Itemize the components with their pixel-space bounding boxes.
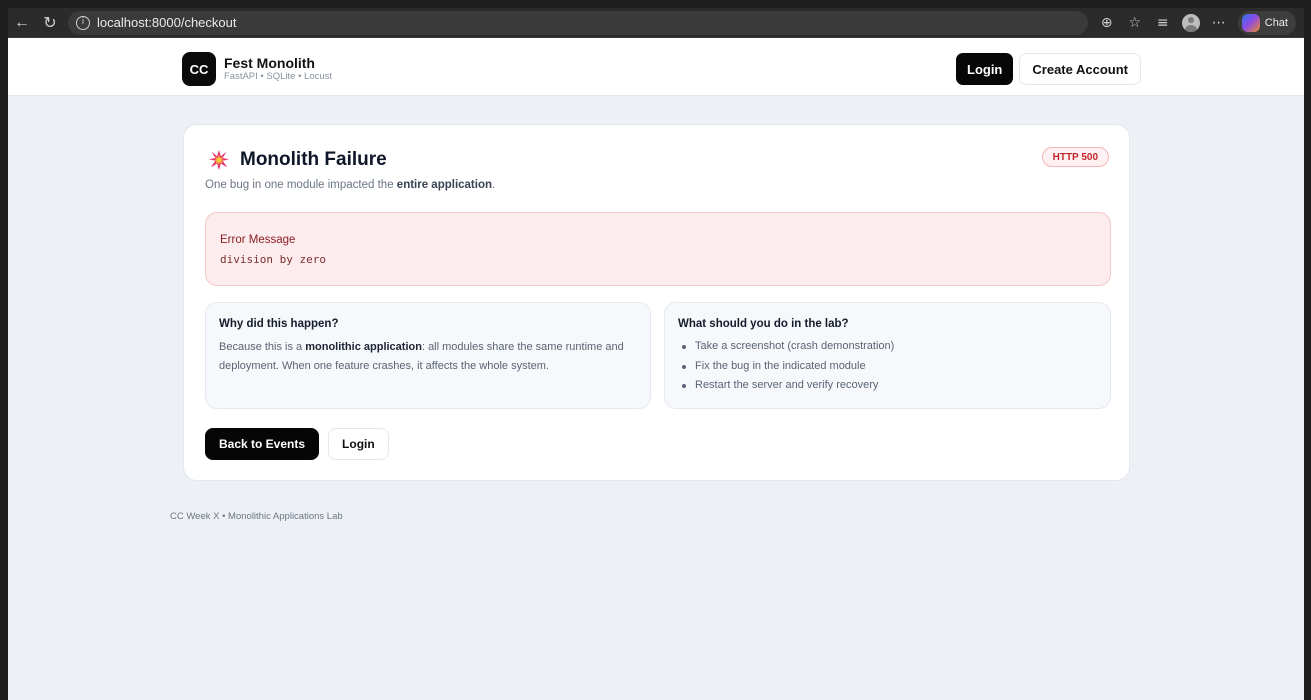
explosion-icon bbox=[208, 149, 230, 171]
why-text-emphasis: monolithic application bbox=[305, 341, 422, 353]
copilot-chat-button[interactable]: Chat bbox=[1237, 10, 1296, 35]
error-message-box: Error Message division by zero bbox=[205, 212, 1111, 286]
star-icon[interactable]: ☆ bbox=[1126, 14, 1144, 32]
chat-label: Chat bbox=[1264, 16, 1288, 29]
back-arrow-icon[interactable]: ← bbox=[8, 9, 36, 37]
reload-icon[interactable]: ↻ bbox=[36, 9, 64, 37]
list-item: Restart the server and verify recovery bbox=[680, 376, 894, 396]
subtitle-emphasis: entire application bbox=[396, 179, 493, 191]
top-navigation: CC Fest Monolith FastAPI • SQLite • Locu… bbox=[8, 38, 1304, 96]
profile-icon[interactable] bbox=[1181, 13, 1200, 32]
why-panel: Why did this happen? Because this is a m… bbox=[205, 302, 651, 409]
brand-name: Fest Monolith bbox=[224, 55, 315, 71]
subtitle: One bug in one module impacted the entir… bbox=[205, 179, 495, 191]
more-icon[interactable]: ⋯ bbox=[1210, 14, 1228, 32]
login-button[interactable]: Login bbox=[956, 53, 1014, 85]
translate-icon[interactable]: ⊕ bbox=[1098, 14, 1116, 32]
todo-title: What should you do in the lab? bbox=[678, 318, 849, 330]
copilot-icon bbox=[1241, 13, 1260, 32]
todo-panel: What should you do in the lab? Take a sc… bbox=[664, 302, 1111, 409]
back-to-events-button[interactable]: Back to Events bbox=[205, 428, 320, 460]
error-label: Error Message bbox=[220, 234, 296, 246]
brand[interactable]: CC Fest Monolith FastAPI • SQLite • Locu… bbox=[182, 52, 332, 86]
error-message: division by zero bbox=[220, 253, 326, 266]
why-text: Because this is a monolithic application… bbox=[219, 338, 639, 376]
list-item: Take a screenshot (crash demonstration) bbox=[680, 337, 894, 357]
card-login-button[interactable]: Login bbox=[328, 428, 389, 460]
error-card: Monolith Failure HTTP 500 One bug in one… bbox=[183, 124, 1130, 481]
browser-toolbar: ← ↻ i localhost:8000/checkout ⊕ ☆ ≡ ⋯ Ch… bbox=[8, 8, 1304, 38]
footer-text: CC Week X • Monolithic Applications Lab bbox=[170, 511, 343, 522]
why-title: Why did this happen? bbox=[219, 318, 339, 330]
create-account-button[interactable]: Create Account bbox=[1019, 53, 1141, 85]
subtitle-text: One bug in one module impacted the bbox=[205, 179, 397, 191]
favorites-icon[interactable]: ≡ bbox=[1154, 14, 1172, 32]
todo-list: Take a screenshot (crash demonstration) … bbox=[680, 337, 894, 396]
status-badge: HTTP 500 bbox=[1041, 147, 1109, 167]
subtitle-end: . bbox=[492, 179, 496, 191]
address-bar[interactable]: i localhost:8000/checkout bbox=[68, 10, 1088, 35]
why-text-start: Because this is a bbox=[219, 341, 306, 353]
page-title: Monolith Failure bbox=[240, 149, 387, 170]
info-icon[interactable]: i bbox=[76, 15, 90, 30]
list-item: Fix the bug in the indicated module bbox=[680, 357, 894, 377]
brand-logo: CC bbox=[182, 52, 216, 86]
brand-subtitle: FastAPI • SQLite • Locust bbox=[224, 71, 333, 82]
page: CC Fest Monolith FastAPI • SQLite • Locu… bbox=[8, 38, 1304, 700]
url-text[interactable]: localhost:8000/checkout bbox=[97, 15, 236, 30]
